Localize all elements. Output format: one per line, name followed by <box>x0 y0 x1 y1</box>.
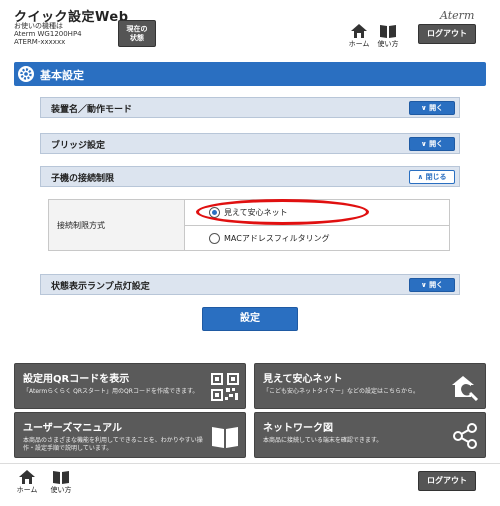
chevron-down-icon: ∨ <box>420 281 427 289</box>
open-button[interactable]: ∨ 開く <box>409 101 455 115</box>
open-button[interactable]: ∨ 開く <box>409 137 455 151</box>
footer-logout-button[interactable]: ログアウト <box>418 471 476 491</box>
toggle-label: 開く <box>429 281 444 289</box>
tile-title: ネットワーク図 <box>263 423 333 434</box>
tile-mieteanshin[interactable]: 見えて安心ネット 「こども安心ネットタイマー」などの設定はこちらから。 <box>254 363 486 409</box>
footer-home-button[interactable]: ホーム <box>14 470 40 500</box>
footer-divider <box>0 463 500 464</box>
open-button[interactable]: ∨ 開く <box>409 278 455 292</box>
footer-help-button[interactable]: 使い方 <box>48 470 74 500</box>
network-share-icon <box>453 423 477 449</box>
save-button[interactable]: 設定 <box>202 307 298 331</box>
book-icon <box>212 427 238 448</box>
tile-desc: 「こども安心ネットタイマー」などの設定はこちらから。 <box>263 388 420 395</box>
logout-button[interactable]: ログアウト <box>418 24 476 44</box>
radio-label: MACアドレスフィルタリング <box>224 234 330 243</box>
tile-title: ユーザーズマニュアル <box>23 423 122 434</box>
toggle-label: 開く <box>429 104 444 112</box>
gear-icon <box>18 66 34 82</box>
tile-users-manual[interactable]: ユーザーズマニュアル 本商品のさまざまな機能を利用してできることを、わかりやすい… <box>14 412 246 458</box>
device-model: Aterm WG1200HP4 <box>14 30 82 38</box>
device-ssid: ATERM-xxxxxx <box>14 38 66 46</box>
method-label-cell: 接続制限方式 <box>49 200 185 250</box>
help-label: 使い方 <box>377 40 399 48</box>
home-icon <box>351 24 367 38</box>
basic-settings-header: 基本設定 <box>14 62 486 86</box>
tile-title: 設定用QRコードを表示 <box>23 374 130 385</box>
status-button-line2: 状態 <box>130 34 144 42</box>
chevron-up-icon: ∧ <box>417 173 424 181</box>
home-icon <box>19 470 35 484</box>
home-search-icon <box>452 376 479 401</box>
tile-title: 見えて安心ネット <box>263 374 343 385</box>
section-title: 基本設定 <box>40 69 84 82</box>
brand-logo: Aterm <box>440 9 475 22</box>
book-icon <box>53 471 69 484</box>
toggle-label: 開く <box>429 140 444 148</box>
footer-help-label: 使い方 <box>50 486 72 494</box>
chevron-down-icon: ∨ <box>420 140 427 148</box>
home-label: ホーム <box>348 40 370 48</box>
device-label: お使いの機種は <box>14 22 63 30</box>
status-button-line1: 現在の <box>126 25 148 33</box>
setting-label: ブリッジ設定 <box>51 141 106 151</box>
setting-label: 状態表示ランプ点灯設定 <box>51 282 150 292</box>
current-status-button[interactable]: 現在の 状態 <box>118 20 156 47</box>
radio-unselected-icon[interactable] <box>209 233 220 244</box>
book-icon <box>380 25 396 38</box>
tile-qr-code[interactable]: 設定用QRコードを表示 「Atermらくらく QRスタート」用のQRコードを作成… <box>14 363 246 409</box>
tile-desc: 本商品のさまざまな機能を利用してできることを、わかりやすい操作・設定手順で説明し… <box>23 437 203 452</box>
setting-row-status-lamp[interactable]: 状態表示ランプ点灯設定 ∨ 開く <box>40 274 460 295</box>
setting-label: 子機の接続制限 <box>51 174 115 184</box>
option-divider <box>185 225 449 226</box>
qr-code-icon <box>211 373 239 401</box>
tile-desc: 本商品に接続している端末を確認できます。 <box>263 437 383 444</box>
setting-row-connection-limit[interactable]: 子機の接続制限 ∧ 閉じる <box>40 166 460 187</box>
setting-label: 装置名／動作モード <box>51 105 133 115</box>
chevron-down-icon: ∨ <box>420 104 427 112</box>
tile-network-map[interactable]: ネットワーク図 本商品に接続している端末を確認できます。 <box>254 412 486 458</box>
setting-row-bridge[interactable]: ブリッジ設定 ∨ 開く <box>40 133 460 154</box>
header: クイック設定Web お使いの機種は Aterm WG1200HP4 ATERM-… <box>0 0 500 52</box>
close-button[interactable]: ∧ 閉じる <box>409 170 455 184</box>
setting-row-device-name[interactable]: 装置名／動作モード ∨ 開く <box>40 97 460 118</box>
tile-desc: 「Atermらくらく QRスタート」用のQRコードを作成できます。 <box>23 388 199 395</box>
toggle-label: 閉じる <box>425 173 447 181</box>
help-button[interactable]: 使い方 <box>375 24 401 54</box>
method-label: 接続制限方式 <box>57 221 105 230</box>
highlight-ellipse <box>196 199 369 225</box>
home-button[interactable]: ホーム <box>346 24 372 54</box>
footer-home-label: ホーム <box>16 486 38 494</box>
